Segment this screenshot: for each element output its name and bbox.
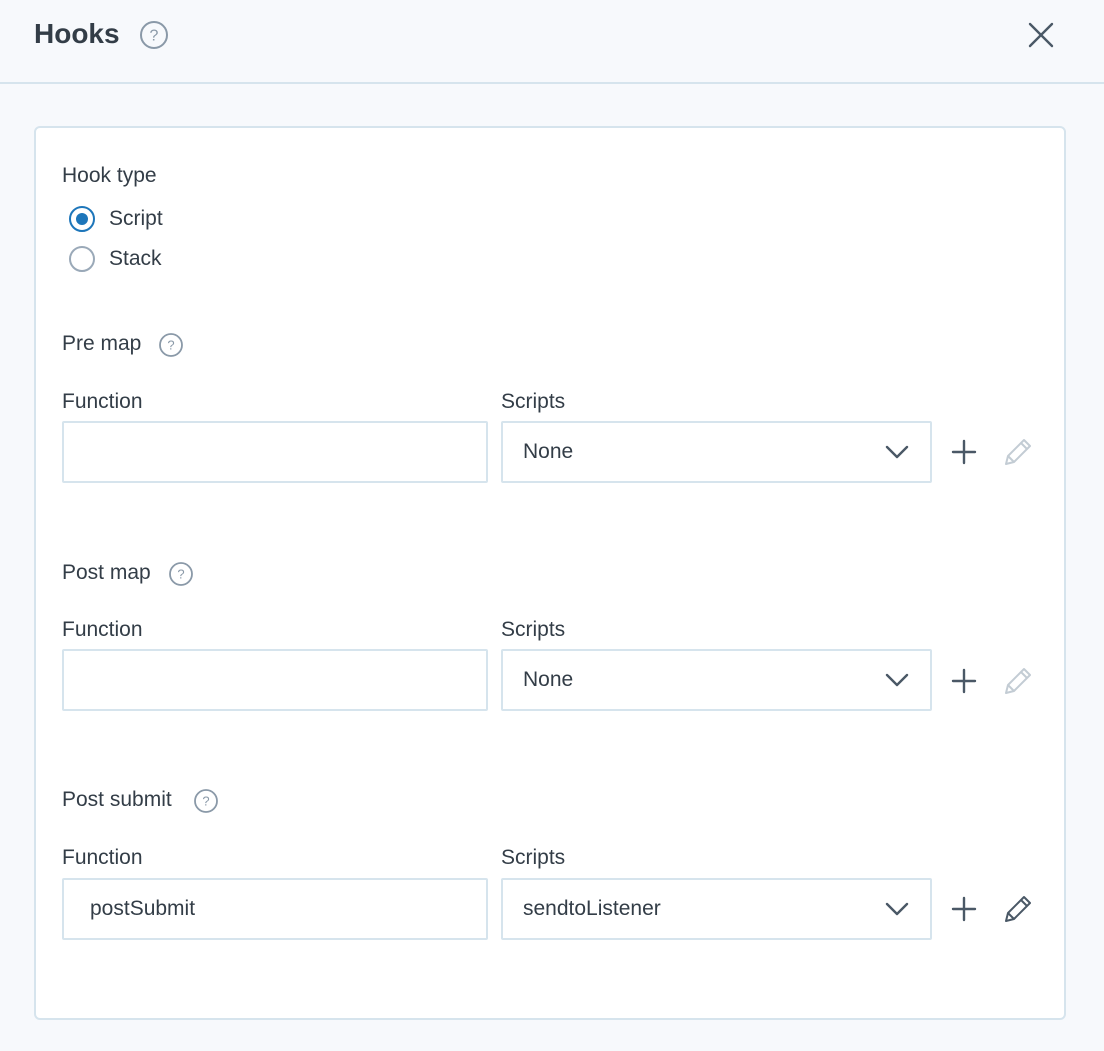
post-map-function-input[interactable] <box>62 649 488 711</box>
hook-type-label: Hook type <box>62 164 157 187</box>
post-map-function-label: Function <box>62 618 143 641</box>
help-icon[interactable]: ? <box>158 332 184 358</box>
svg-text:?: ? <box>150 28 159 45</box>
pre-map-function-input[interactable] <box>62 421 488 483</box>
add-icon[interactable] <box>947 664 981 698</box>
pre-map-scripts-value: None <box>523 440 574 463</box>
post-submit-scripts-select[interactable]: sendtoListener <box>501 878 932 940</box>
chevron-down-icon <box>883 898 911 920</box>
post-map-scripts-label: Scripts <box>501 618 566 641</box>
add-icon[interactable] <box>947 892 981 926</box>
dialog-header: Hooks ? <box>0 0 1104 84</box>
svg-text:?: ? <box>177 567 184 582</box>
post-map-scripts-value: None <box>523 668 574 691</box>
pencil-icon[interactable] <box>1000 663 1034 697</box>
post-submit-title: Post submit <box>62 788 172 811</box>
add-icon[interactable] <box>947 435 981 469</box>
pencil-icon[interactable] <box>1000 434 1034 468</box>
post-map-scripts-select[interactable]: None <box>501 649 932 711</box>
chevron-down-icon <box>883 441 911 463</box>
help-icon[interactable]: ? <box>193 788 219 814</box>
close-icon[interactable] <box>1024 18 1058 52</box>
post-submit-function-label: Function <box>62 846 143 869</box>
dialog-title: Hooks <box>34 18 120 49</box>
pre-map-scripts-select[interactable]: None <box>501 421 932 483</box>
help-icon[interactable]: ? <box>139 20 169 50</box>
post-submit-scripts-label: Scripts <box>501 846 566 869</box>
radio-stack-label[interactable]: Stack <box>109 246 162 272</box>
svg-text:?: ? <box>167 338 174 353</box>
help-icon[interactable]: ? <box>168 561 194 587</box>
pre-map-function-label: Function <box>62 390 143 413</box>
hooks-form-card: Hook type Script Stack Pre map ? Functio… <box>34 126 1066 1020</box>
post-map-title: Post map <box>62 561 151 584</box>
pencil-icon[interactable] <box>1000 891 1034 925</box>
radio-script-label[interactable]: Script <box>109 206 163 232</box>
post-submit-scripts-value: sendtoListener <box>523 897 661 920</box>
pre-map-scripts-label: Scripts <box>501 390 566 413</box>
pre-map-title: Pre map <box>62 332 142 355</box>
svg-text:?: ? <box>202 794 209 809</box>
post-submit-function-input[interactable]: postSubmit <box>62 878 488 940</box>
chevron-down-icon <box>883 669 911 691</box>
radio-stack[interactable] <box>69 246 95 272</box>
radio-script[interactable] <box>69 206 95 232</box>
